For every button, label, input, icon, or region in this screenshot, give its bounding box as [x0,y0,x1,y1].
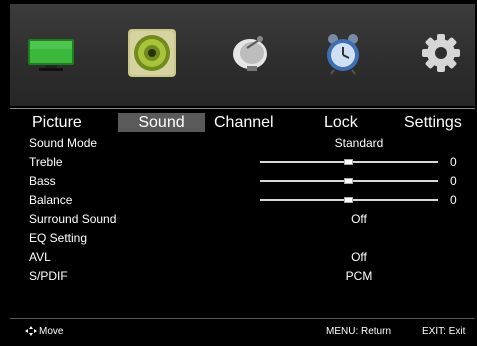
sound-mode-value: Standard [334,136,384,150]
move-hint: Move [25,326,63,337]
alarm-clock-icon[interactable] [316,26,370,80]
tv-icon[interactable] [24,26,78,80]
tab-settings[interactable]: Settings [404,113,462,132]
bass-slider-knob[interactable] [344,178,353,184]
balance-label: Balance [29,193,73,207]
footer-hints: Move MENU: Return EXIT: Exit [10,322,475,340]
treble-value: 0 [450,155,457,169]
menu-return-hint: MENU: Return [326,326,392,337]
avl-label: AVL [29,250,51,264]
balance-value: 0 [450,193,457,207]
tab-sound[interactable]: Sound [118,113,205,132]
surround-sound-label: Surround Sound [29,212,117,226]
bass-slider[interactable] [260,178,438,184]
sound-mode-row[interactable]: Sound Mode Standard [29,134,469,153]
treble-slider[interactable] [260,159,438,165]
surround-sound-value: Off [351,212,367,226]
navigation-arrows-icon [25,326,37,337]
footer-divider [10,318,475,319]
treble-row[interactable]: Treble 0 [29,153,469,172]
spdif-label: S/PDIF [29,269,68,283]
tab-channel[interactable]: Channel [214,113,274,132]
exit-hint: EXIT: Exit [422,326,466,337]
surround-sound-row[interactable]: Surround Sound Off [29,210,469,229]
category-icon-strip [10,4,475,106]
bass-label: Bass [29,174,56,188]
gear-icon[interactable] [414,26,468,80]
top-divider [10,108,475,109]
menu-tab-bar: Picture Sound Channel Lock Settings [10,113,475,132]
balance-slider[interactable] [260,197,438,203]
balance-slider-knob[interactable] [344,197,353,203]
speaker-icon[interactable] [125,26,179,80]
spdif-value: PCM [345,269,373,283]
tab-picture[interactable]: Picture [32,113,82,132]
eq-setting-label: EQ Setting [29,231,88,245]
move-hint-label: Move [39,326,64,337]
spdif-row[interactable]: S/PDIF PCM [29,267,469,286]
tv-menu-screen: Picture Sound Channel Lock Settings Soun… [0,0,477,346]
bass-row[interactable]: Bass 0 [29,172,469,191]
balance-row[interactable]: Balance 0 [29,191,469,210]
treble-slider-knob[interactable] [344,159,353,165]
tab-lock[interactable]: Lock [324,113,358,132]
avl-row[interactable]: AVL Off [29,248,469,267]
treble-label: Treble [29,155,63,169]
eq-setting-row[interactable]: EQ Setting [29,229,469,248]
satellite-dish-icon[interactable] [225,26,279,80]
bass-value: 0 [450,174,457,188]
avl-value: Off [351,250,367,264]
sound-mode-label: Sound Mode [29,136,98,150]
